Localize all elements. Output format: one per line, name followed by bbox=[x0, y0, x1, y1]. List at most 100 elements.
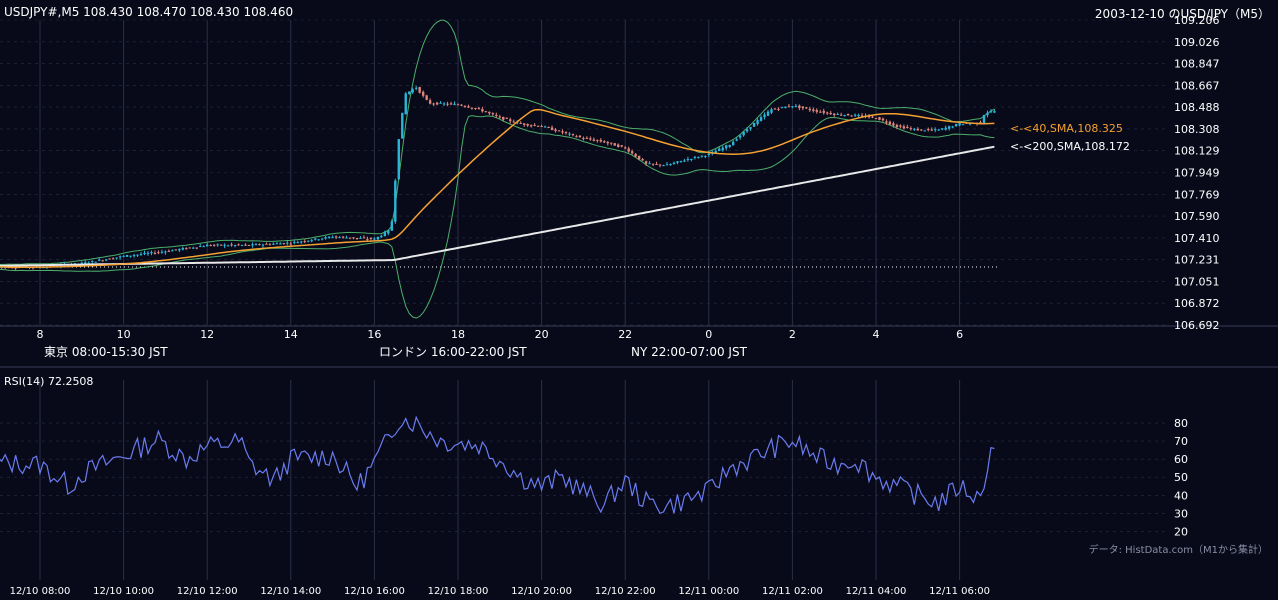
rsi-time-tick-label: 12/11 06:00 bbox=[929, 586, 990, 597]
candle-body bbox=[91, 260, 94, 262]
candle-body bbox=[665, 164, 669, 166]
rsi-time-tick-label: 12/10 14:00 bbox=[260, 586, 321, 597]
candle-body bbox=[610, 142, 613, 144]
candle-body bbox=[644, 161, 648, 164]
candle-body bbox=[226, 245, 230, 247]
candle-body bbox=[773, 108, 777, 110]
candle-body bbox=[341, 236, 345, 238]
price-tick-label: 108.308 bbox=[1174, 123, 1220, 136]
candle-body bbox=[456, 104, 460, 106]
candle-body bbox=[467, 106, 470, 108]
candle-body bbox=[749, 127, 752, 129]
candle-body bbox=[568, 133, 571, 135]
candle-body bbox=[648, 163, 651, 165]
candle-body bbox=[937, 129, 940, 131]
candle-body bbox=[143, 252, 146, 255]
candle-body bbox=[923, 130, 926, 132]
candle-body bbox=[317, 239, 320, 241]
price-tick-label: 107.410 bbox=[1174, 232, 1220, 245]
candle-body bbox=[700, 155, 704, 157]
candle-body bbox=[637, 155, 641, 160]
candle-body bbox=[526, 123, 529, 126]
session-tokyo-label: 東京 08:00-15:30 JST bbox=[44, 345, 168, 359]
candle-body bbox=[512, 121, 515, 123]
rsi-line bbox=[0, 415, 995, 515]
candle-body bbox=[282, 243, 286, 245]
rsi-time-tick-label: 12/11 00:00 bbox=[678, 586, 739, 597]
candlesticks-layer bbox=[0, 85, 996, 271]
candle-body bbox=[373, 238, 376, 240]
candle-body bbox=[913, 128, 916, 130]
candle-body bbox=[115, 257, 118, 259]
candle-body bbox=[752, 122, 756, 127]
candle-body bbox=[300, 241, 303, 243]
price-tick-label: 107.051 bbox=[1174, 275, 1220, 288]
candle-body bbox=[421, 91, 425, 96]
candle-body bbox=[986, 112, 989, 116]
price-tick-label: 109.026 bbox=[1174, 36, 1220, 49]
rsi-time-tick-label: 12/11 04:00 bbox=[846, 586, 907, 597]
candle-body bbox=[634, 153, 637, 157]
candle-body bbox=[477, 107, 481, 109]
candle-body bbox=[787, 106, 791, 108]
candle-body bbox=[212, 244, 216, 246]
candle-body bbox=[327, 236, 331, 238]
time-tick-label: 0 bbox=[705, 328, 712, 341]
candle-body bbox=[376, 236, 380, 240]
rsi-tick-label: 60 bbox=[1174, 453, 1188, 466]
rsi-tick-label: 80 bbox=[1174, 417, 1188, 430]
candle-body bbox=[801, 106, 805, 109]
bollinger-lower-line bbox=[0, 115, 995, 319]
session-ny: NY 22:00-07:00 JST bbox=[625, 342, 1003, 363]
candle-body bbox=[331, 237, 334, 239]
candle-body bbox=[676, 161, 679, 163]
time-tick-label: 6 bbox=[956, 328, 963, 341]
candle-body bbox=[540, 126, 543, 128]
candle-body bbox=[669, 164, 672, 166]
candle-body bbox=[589, 138, 592, 140]
rsi-tick-label: 20 bbox=[1174, 525, 1188, 538]
chart-canvas: 109.206109.026108.847108.667108.488108.3… bbox=[0, 14, 1278, 597]
candle-body bbox=[160, 251, 164, 253]
candle-body bbox=[209, 245, 212, 247]
candle-body bbox=[686, 159, 690, 161]
candle-body bbox=[833, 113, 836, 116]
candle-body bbox=[254, 244, 258, 246]
candle-body bbox=[435, 102, 439, 105]
candle-body bbox=[474, 107, 477, 109]
candle-body bbox=[366, 238, 369, 240]
price-tick-label: 108.488 bbox=[1174, 101, 1220, 114]
bollinger-bands-layer bbox=[0, 19, 995, 319]
candle-body bbox=[951, 126, 954, 128]
candle-body bbox=[853, 114, 857, 116]
price-tick-label: 108.667 bbox=[1174, 79, 1220, 92]
candle-body bbox=[334, 236, 338, 238]
candle-body bbox=[251, 244, 254, 246]
candle-body bbox=[442, 103, 446, 105]
candle-body bbox=[261, 244, 265, 246]
time-tick-label: 22 bbox=[618, 328, 632, 341]
candle-body bbox=[157, 252, 160, 254]
candle-body bbox=[881, 118, 885, 121]
candle-body bbox=[822, 110, 825, 113]
candle-body bbox=[390, 221, 394, 231]
candle-body bbox=[613, 143, 616, 146]
candle-body bbox=[759, 117, 763, 121]
rsi-time-tick-label: 12/10 08:00 bbox=[10, 586, 71, 597]
session-ny-label: NY 22:00-07:00 JST bbox=[631, 345, 747, 359]
candle-body bbox=[352, 237, 355, 239]
candle-body bbox=[571, 134, 575, 136]
sma40-line bbox=[0, 108, 995, 269]
candle-body bbox=[707, 153, 710, 156]
candle-body bbox=[617, 144, 620, 147]
symbol-info: USDJPY#,M5 108.430 108.470 108.430 108.4… bbox=[4, 5, 294, 19]
candle-body bbox=[885, 121, 888, 123]
candle-body bbox=[624, 147, 627, 149]
time-tick-label: 16 bbox=[367, 328, 381, 341]
candle-body bbox=[690, 159, 693, 161]
candle-body bbox=[536, 125, 540, 127]
candle-body bbox=[164, 251, 167, 253]
candle-body bbox=[401, 112, 404, 139]
rsi-layer bbox=[0, 415, 995, 515]
candle-body bbox=[265, 243, 268, 245]
